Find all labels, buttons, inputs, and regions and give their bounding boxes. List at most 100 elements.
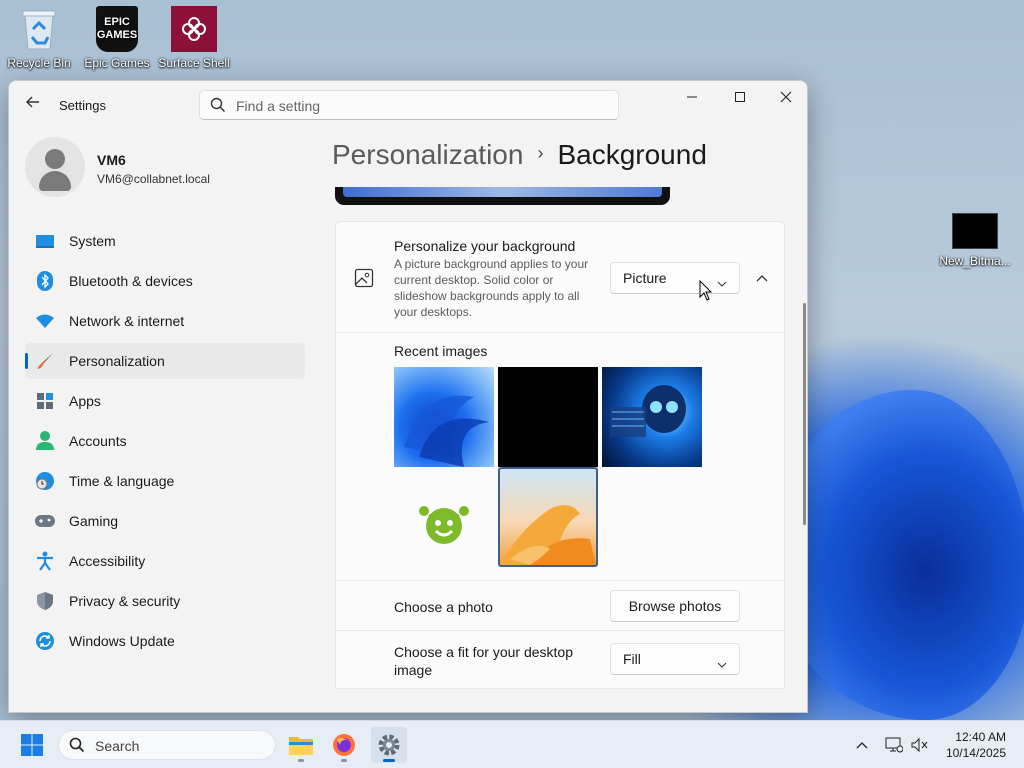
app-title: Settings: [59, 98, 106, 113]
firefox-icon: [333, 734, 355, 756]
close-icon: [780, 91, 792, 103]
profile-name: VM6: [97, 152, 126, 168]
desktop-preview: [335, 187, 670, 205]
clock-date: 10/14/2025: [945, 746, 1006, 760]
search-icon: [69, 737, 85, 756]
sidebar-item-time-language[interactable]: Time & language: [25, 463, 305, 499]
bluetooth-icon: [35, 271, 55, 291]
chevron-down-icon: [717, 655, 727, 671]
sidebar-item-label: Network & internet: [69, 313, 185, 329]
sidebar-item-label: Bluetooth & devices: [69, 273, 193, 289]
sidebar-item-accounts[interactable]: Accounts: [25, 423, 305, 459]
sidebar-item-label: System: [69, 233, 116, 249]
choose-fit-label: Choose a fit for your desktop image: [394, 644, 573, 678]
browse-photos-button[interactable]: Browse photos: [610, 590, 740, 622]
desktop-icon-label: New_Bitma...: [939, 254, 1011, 268]
sidebar-item-label: Gaming: [69, 513, 119, 529]
recent-image-black[interactable]: [498, 367, 598, 467]
avatar: [25, 137, 85, 197]
search-icon: [210, 97, 226, 118]
sidebar-item-label: Accessibility: [69, 553, 146, 569]
collapse-button[interactable]: [750, 266, 774, 290]
close-button[interactable]: [763, 81, 807, 113]
sidebar-item-apps[interactable]: Apps: [25, 383, 305, 419]
taskbar-search[interactable]: Search: [58, 730, 276, 760]
sidebar-item-label: Time & language: [69, 473, 175, 489]
sidebar-item-personalization[interactable]: Personalization: [25, 343, 305, 379]
maximize-icon: [735, 92, 745, 102]
taskbar-app-file-explorer[interactable]: [283, 727, 319, 763]
system-clock[interactable]: 12:40 AM 10/14/2025: [946, 729, 1006, 761]
desktop-icon-label: Recycle Bin: [7, 56, 71, 70]
content-pane: Personalize your background A picture ba…: [335, 187, 785, 707]
volume-muted-icon[interactable]: [910, 735, 930, 755]
maximize-button[interactable]: [717, 81, 763, 113]
desktop-icon-new-bitmap[interactable]: New_Bitma...: [936, 212, 1014, 268]
content-scrollbar[interactable]: [803, 303, 806, 525]
recent-image-orange-bloom[interactable]: [498, 467, 598, 567]
card-description: A picture background applies to your cur…: [394, 257, 589, 319]
settings-search-box[interactable]: [199, 90, 619, 120]
show-hidden-icons-button[interactable]: [852, 735, 872, 755]
title-bar[interactable]: Settings: [9, 81, 807, 129]
system-icon: [35, 231, 55, 251]
fit-dropdown[interactable]: Fill: [610, 643, 740, 675]
sidebar-item-gaming[interactable]: Gaming: [25, 503, 305, 539]
shield-icon: [35, 591, 55, 611]
chevron-down-icon: [717, 274, 727, 290]
page-title: Background: [557, 139, 707, 170]
settings-window: Settings VM6 VM6@collabnet.local System: [8, 80, 808, 713]
sidebar-item-system[interactable]: System: [25, 223, 305, 259]
clock-time: 12:40 AM: [955, 730, 1006, 744]
search-input[interactable]: [236, 96, 606, 116]
recent-image-blue-bloom[interactable]: [394, 367, 494, 467]
dropdown-value: Fill: [623, 651, 641, 667]
profile-email: VM6@collabnet.local: [97, 172, 210, 186]
breadcrumb-parent[interactable]: Personalization: [332, 139, 523, 170]
image-icon: [354, 268, 374, 293]
taskbar-app-firefox[interactable]: [326, 727, 362, 763]
sidebar-item-label: Windows Update: [69, 633, 175, 649]
desktop-icon-recycle-bin[interactable]: Recycle Bin: [0, 6, 78, 70]
gaming-icon: [35, 511, 55, 531]
desktop-icon-surface-shell[interactable]: Surface Shell: [155, 6, 233, 70]
surface-shell-icon: [171, 6, 217, 52]
background-type-dropdown[interactable]: Picture: [610, 262, 740, 294]
file-explorer-icon: [289, 737, 313, 755]
choose-fit-row: Choose a fit for your desktop image Fill: [335, 631, 785, 689]
time-language-icon: [35, 471, 55, 491]
accounts-icon: [35, 431, 55, 451]
sidebar-item-privacy[interactable]: Privacy & security: [25, 583, 305, 619]
breadcrumb: Personalization › Background: [332, 139, 707, 171]
sidebar-item-windows-update[interactable]: Windows Update: [25, 623, 305, 659]
minimize-icon: [687, 96, 697, 98]
recent-image-green-mascot[interactable]: [394, 471, 494, 571]
accessibility-icon: [35, 551, 55, 571]
choose-photo-row: Choose a photo Browse photos: [335, 581, 785, 631]
sidebar-item-label: Accounts: [69, 433, 127, 449]
desktop-icon-epic-games[interactable]: EPIC GAMES Epic Games Launcher: [78, 6, 156, 72]
sidebar-item-accessibility[interactable]: Accessibility: [25, 543, 305, 579]
sidebar-item-label: Privacy & security: [69, 593, 181, 609]
taskbar-app-settings[interactable]: [371, 727, 407, 763]
dropdown-value: Picture: [623, 270, 667, 286]
chevron-up-icon: [856, 742, 868, 749]
taskbar: Search 12:40 AM 10/14/2025: [0, 720, 1024, 768]
user-profile[interactable]: VM6 VM6@collabnet.local: [25, 137, 315, 197]
card-title: Personalize your background: [394, 238, 576, 254]
apps-icon: [35, 391, 55, 411]
mouse-cursor-icon: [699, 279, 713, 307]
brush-icon: [35, 351, 55, 371]
minimize-button[interactable]: [669, 81, 715, 113]
sidebar-item-bluetooth[interactable]: Bluetooth & devices: [25, 263, 305, 299]
network-tray-icon[interactable]: [884, 735, 904, 755]
sidebar-item-network[interactable]: Network & internet: [25, 303, 305, 339]
sidebar-nav: System Bluetooth & devices Network & int…: [25, 223, 305, 663]
epic-games-icon: EPIC GAMES: [94, 6, 140, 52]
start-button[interactable]: [14, 727, 50, 763]
recent-images-label: Recent images: [394, 343, 488, 359]
recent-image-blue-skull[interactable]: [602, 367, 702, 467]
choose-photo-label: Choose a photo: [394, 599, 493, 615]
back-arrow-icon[interactable]: [23, 95, 43, 115]
personalize-background-card: Personalize your background A picture ba…: [335, 221, 785, 333]
